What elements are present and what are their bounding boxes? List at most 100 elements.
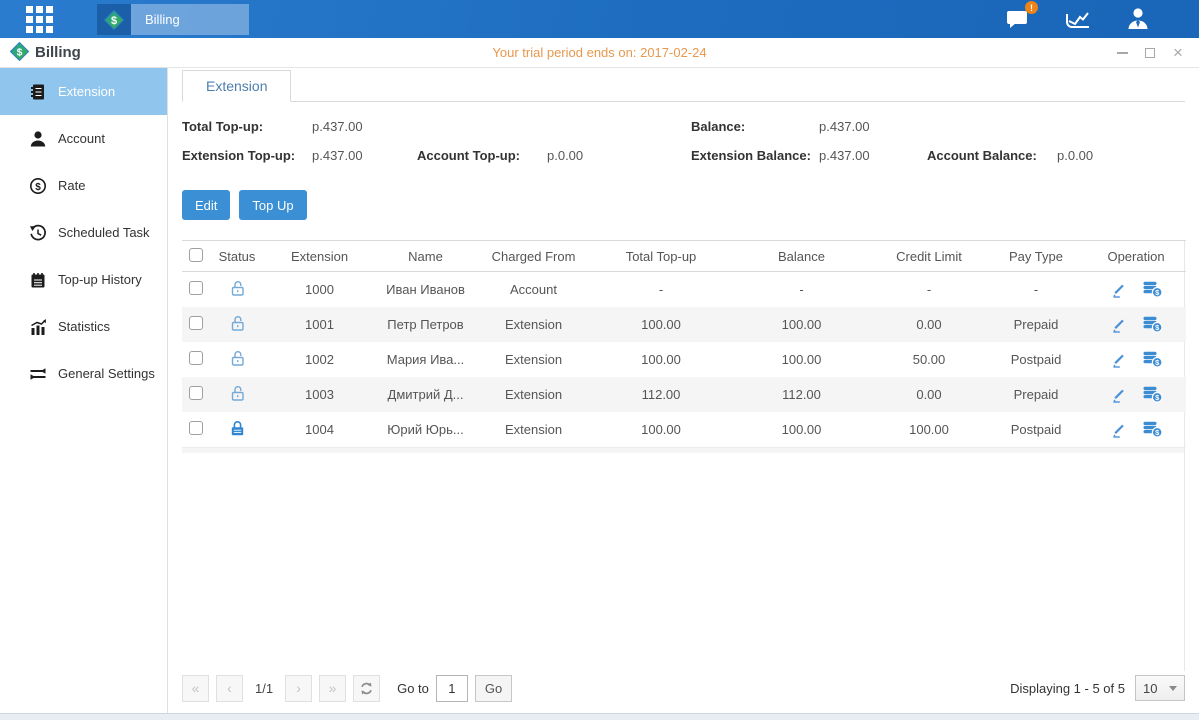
lock-open-icon xyxy=(228,391,247,406)
page-size-select[interactable]: 10 xyxy=(1135,675,1185,701)
extension-table: Status Extension Name Charged From Total… xyxy=(182,240,1186,448)
refresh-icon xyxy=(359,681,374,696)
cell-extension: 1002 xyxy=(264,342,375,377)
table-row[interactable]: 1004 Юрий Юрь... Extension 100.00 100.00… xyxy=(182,412,1186,448)
table-bottom-stripe xyxy=(182,448,1184,453)
extension-topup-value: p.437.00 xyxy=(312,148,417,163)
sidebar-item-general-settings[interactable]: General Settings xyxy=(0,350,167,397)
first-page-button[interactable]: « xyxy=(182,675,209,702)
tabstrip: Extension xyxy=(182,70,1185,102)
caret-down-icon xyxy=(1169,686,1177,691)
cell-balance: - xyxy=(731,272,872,308)
minimize-button[interactable] xyxy=(1115,46,1129,60)
row-checkbox[interactable] xyxy=(189,421,203,435)
total-topup-label: Total Top-up: xyxy=(182,119,312,134)
topup-coins-icon[interactable]: $ xyxy=(1143,316,1163,333)
sidebar-item-label: Rate xyxy=(58,178,85,193)
table-row[interactable]: 1001 Петр Петров Extension 100.00 100.00… xyxy=(182,307,1186,342)
col-balance: Balance xyxy=(731,241,872,272)
cell-credit-limit: - xyxy=(872,272,986,308)
taskbar: $ Billing ! xyxy=(0,0,1199,38)
sidebar-item-scheduled-task[interactable]: Scheduled Task xyxy=(0,209,167,256)
cell-charged-from: Account xyxy=(476,272,591,308)
row-checkbox[interactable] xyxy=(189,386,203,400)
sidebar-item-rate[interactable]: $ Rate xyxy=(0,162,167,209)
ledger-icon xyxy=(29,271,47,289)
sidebar-item-statistics[interactable]: Statistics xyxy=(0,303,167,350)
sidebar-item-account[interactable]: Account xyxy=(0,115,167,162)
sidebar-item-label: Extension xyxy=(58,84,115,99)
extension-balance-value: p.437.00 xyxy=(819,148,927,163)
maximize-button[interactable] xyxy=(1143,46,1157,60)
window-bottom-strip xyxy=(0,713,1199,720)
cell-name: Иван Иванов xyxy=(375,272,476,308)
col-status: Status xyxy=(210,241,264,272)
col-name: Name xyxy=(375,241,476,272)
cell-total-topup: - xyxy=(591,272,731,308)
topup-coins-icon[interactable]: $ xyxy=(1143,281,1163,298)
cell-balance: 100.00 xyxy=(731,342,872,377)
table-row[interactable]: 1002 Мария Ива... Extension 100.00 100.0… xyxy=(182,342,1186,377)
balance-label: Balance: xyxy=(691,119,819,134)
taskbar-tab-billing[interactable]: $ Billing xyxy=(97,4,249,35)
table-row[interactable]: 1000 Иван Иванов Account - - - - xyxy=(182,272,1186,308)
app-launcher-icon[interactable] xyxy=(26,6,53,33)
sliders-icon xyxy=(29,365,47,383)
page-indicator: 1/1 xyxy=(255,681,273,696)
last-page-button[interactable]: » xyxy=(319,675,346,702)
goto-page-input[interactable] xyxy=(436,675,468,702)
edit-pencil-icon[interactable] xyxy=(1110,421,1127,438)
prev-page-button[interactable]: ‹ xyxy=(216,675,243,702)
col-total-topup: Total Top-up xyxy=(591,241,731,272)
total-topup-value: p.437.00 xyxy=(312,119,417,134)
cell-extension: 1001 xyxy=(264,307,375,342)
account-balance-label: Account Balance: xyxy=(927,148,1057,163)
cell-status xyxy=(210,307,264,342)
cell-total-topup: 100.00 xyxy=(591,307,731,342)
cell-status xyxy=(210,377,264,412)
close-button[interactable]: × xyxy=(1171,46,1185,60)
displaying-text: Displaying 1 - 5 of 5 xyxy=(1010,681,1125,696)
select-all-checkbox[interactable] xyxy=(189,248,203,262)
cell-pay-type: - xyxy=(986,272,1086,308)
cell-total-topup: 100.00 xyxy=(591,412,731,448)
cell-status xyxy=(210,272,264,308)
cell-charged-from: Extension xyxy=(476,377,591,412)
user-icon[interactable] xyxy=(1125,7,1151,31)
sidebar-item-topup-history[interactable]: Top-up History xyxy=(0,256,167,303)
edit-pencil-icon[interactable] xyxy=(1110,281,1127,298)
chart-icon[interactable] xyxy=(1065,7,1091,31)
next-page-button[interactable]: › xyxy=(285,675,312,702)
sidebar-item-extension[interactable]: Extension xyxy=(0,68,167,115)
chat-icon[interactable]: ! xyxy=(1005,7,1031,31)
sidebar-item-label: Scheduled Task xyxy=(58,225,150,240)
top-up-button[interactable]: Top Up xyxy=(239,190,306,220)
edit-button[interactable]: Edit xyxy=(182,190,230,220)
topup-coins-icon[interactable]: $ xyxy=(1143,421,1163,438)
sidebar-item-label: Account xyxy=(58,131,105,146)
history-clock-icon xyxy=(29,224,47,242)
cell-name: Юрий Юрь... xyxy=(375,412,476,448)
row-checkbox[interactable] xyxy=(189,316,203,330)
topup-coins-icon[interactable]: $ xyxy=(1143,386,1163,403)
topup-coins-icon[interactable]: $ xyxy=(1143,351,1163,368)
cell-charged-from: Extension xyxy=(476,412,591,448)
go-button[interactable]: Go xyxy=(475,675,512,702)
row-checkbox[interactable] xyxy=(189,351,203,365)
window-titlebar: $ Billing Your trial period ends on: 201… xyxy=(0,38,1199,68)
svg-text:$: $ xyxy=(111,15,117,27)
cell-name: Дмитрий Д... xyxy=(375,377,476,412)
edit-pencil-icon[interactable] xyxy=(1110,386,1127,403)
content-area: Extension Total Top-up: p.437.00 Balance… xyxy=(168,68,1199,713)
edit-pencil-icon[interactable] xyxy=(1110,351,1127,368)
refresh-button[interactable] xyxy=(353,675,380,702)
cell-total-topup: 112.00 xyxy=(591,377,731,412)
col-charged-from: Charged From xyxy=(476,241,591,272)
person-icon xyxy=(29,130,47,148)
table-row[interactable]: 1003 Дмитрий Д... Extension 112.00 112.0… xyxy=(182,377,1186,412)
row-checkbox[interactable] xyxy=(189,281,203,295)
edit-pencil-icon[interactable] xyxy=(1110,316,1127,333)
cell-balance: 100.00 xyxy=(731,307,872,342)
tab-extension[interactable]: Extension xyxy=(182,70,291,102)
cell-extension: 1004 xyxy=(264,412,375,448)
